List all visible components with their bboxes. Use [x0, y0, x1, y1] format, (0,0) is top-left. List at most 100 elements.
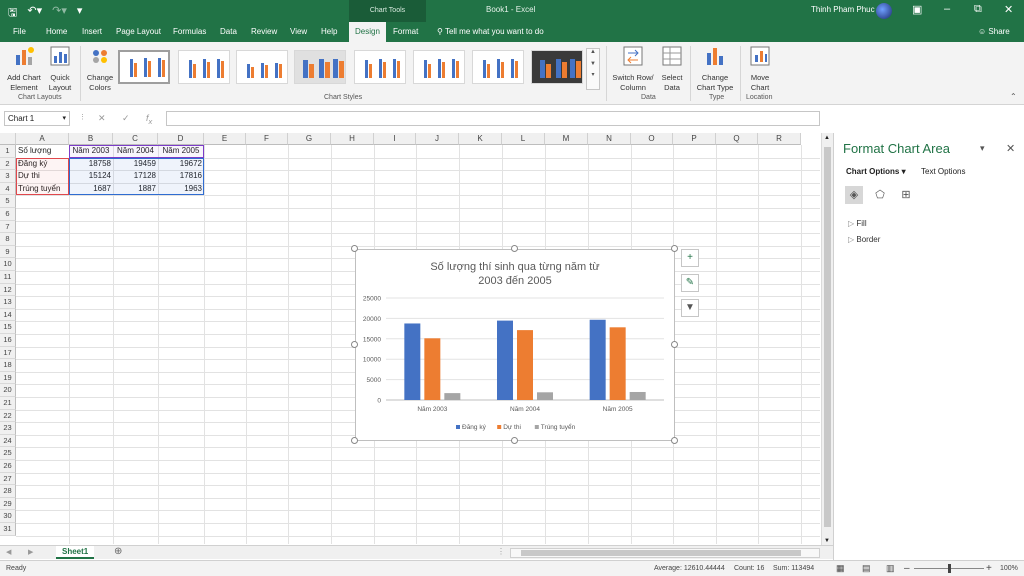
tab-design[interactable]: Design — [349, 22, 386, 42]
row-header-27[interactable]: 27 — [0, 472, 16, 486]
row-header-16[interactable]: 16 — [0, 334, 16, 347]
column-header-D[interactable]: D — [158, 133, 204, 145]
customize-qat-icon[interactable]: ▾ — [77, 4, 83, 23]
switch-row-column-button[interactable]: Switch Row/ Column — [610, 45, 656, 93]
size-properties-icon[interactable]: ⊞ — [897, 186, 915, 204]
cancel-icon[interactable]: ✕ — [98, 113, 106, 124]
more-icon[interactable]: ▾ — [587, 71, 599, 78]
row-header-22[interactable]: 22 — [0, 409, 16, 423]
chart-style-7[interactable] — [472, 50, 524, 84]
worksheet-grid[interactable]: A B C D E F G H I J K L M N O P Q R 1 2 3 4 5 6 7 8 9 10 11 12 13 14 15 1… — [0, 133, 820, 544]
row-header-4[interactable]: 4 — [0, 182, 16, 196]
column-header-O[interactable]: O — [631, 133, 673, 145]
redo-icon[interactable]: ↷▾ — [52, 4, 67, 23]
chart-area[interactable]: Số lượng thí sinh qua từng năm từ 2003 đế… — [355, 249, 675, 441]
next-sheet-icon[interactable]: ▶ — [28, 548, 33, 556]
cell-C3[interactable]: 17128 — [113, 170, 158, 182]
column-header-Q[interactable]: Q — [716, 133, 758, 145]
restore-icon[interactable]: ⧉ — [974, 3, 982, 16]
tab-formulas[interactable]: Formulas — [173, 27, 206, 36]
tab-view[interactable]: View — [290, 27, 307, 36]
row-header-2[interactable]: 2 — [0, 157, 16, 171]
page-break-view-icon[interactable]: ▥ — [886, 563, 895, 574]
tab-review[interactable]: Review — [251, 27, 277, 36]
name-box[interactable]: Chart 1 ▾ — [4, 111, 70, 126]
chevron-down-icon[interactable]: ▾ — [902, 167, 906, 176]
row-header-9[interactable]: 9 — [0, 245, 16, 259]
chart-resize-handle[interactable] — [511, 245, 518, 252]
avatar[interactable] — [876, 3, 892, 19]
row-header-21[interactable]: 21 — [0, 397, 16, 410]
tab-data[interactable]: Data — [220, 27, 237, 36]
cell-A1[interactable]: Số lượng — [16, 145, 69, 157]
cell-D3[interactable]: 17816 — [158, 170, 204, 182]
chart-resize-handle[interactable] — [351, 341, 358, 348]
cell-D2[interactable]: 19672 — [158, 158, 204, 170]
change-colors-button[interactable]: Change Colors — [84, 45, 116, 93]
tab-help[interactable]: Help — [321, 27, 337, 36]
chart-resize-handle[interactable] — [671, 245, 678, 252]
section-border[interactable]: ▷ Border — [848, 235, 880, 244]
formula-input[interactable] — [166, 111, 820, 126]
row-header-14[interactable]: 14 — [0, 308, 16, 322]
column-header-R[interactable]: R — [758, 133, 801, 145]
save-icon[interactable]: 🖫 — [8, 4, 17, 23]
chart-style-8[interactable] — [531, 50, 583, 84]
chevron-down-icon[interactable]: ▼ — [587, 61, 599, 67]
cell-A2[interactable]: Đăng ký — [16, 158, 69, 170]
split-handle-icon[interactable]: ⋮ — [497, 547, 505, 556]
column-header-A[interactable]: A — [16, 133, 69, 145]
row-header-12[interactable]: 12 — [0, 283, 16, 297]
insert-function-icon[interactable]: fx — [146, 113, 152, 126]
chart-style-3[interactable] — [236, 50, 288, 84]
sheet-tab-sheet1[interactable]: Sheet1 — [56, 546, 95, 559]
move-chart-button[interactable]: Move Chart — [744, 45, 776, 93]
column-header-G[interactable]: G — [288, 133, 331, 145]
column-header-P[interactable]: P — [673, 133, 716, 145]
tab-home[interactable]: Home — [46, 27, 67, 36]
prev-sheet-icon[interactable]: ◀ — [6, 548, 11, 556]
tell-me-box[interactable]: ⚲ Tell me what you want to do — [437, 27, 544, 36]
page-layout-view-icon[interactable]: ▤ — [862, 563, 871, 574]
tab-text-options[interactable]: Text Options — [921, 167, 965, 176]
zoom-out-icon[interactable]: – — [904, 563, 910, 574]
cell-B2[interactable]: 18758 — [69, 158, 113, 170]
column-header-B[interactable]: B — [69, 133, 113, 145]
row-header-30[interactable]: 30 — [0, 510, 16, 523]
change-chart-type-button[interactable]: Change Chart Type — [694, 45, 736, 93]
column-header-E[interactable]: E — [204, 133, 246, 145]
row-header-31[interactable]: 31 — [0, 523, 16, 536]
pane-options-icon[interactable]: ▾ — [980, 143, 985, 154]
chart-style-2[interactable] — [178, 50, 230, 84]
row-header-1[interactable]: 1 — [0, 145, 16, 158]
tab-chart-options[interactable]: Chart Options ▾ — [846, 167, 906, 176]
column-header-F[interactable]: F — [246, 133, 288, 145]
share-button[interactable]: ☺ Share — [978, 27, 1010, 36]
status-count[interactable]: Count: 16 — [734, 565, 764, 572]
row-header-23[interactable]: 23 — [0, 422, 16, 435]
chart-resize-handle[interactable] — [351, 437, 358, 444]
row-header-29[interactable]: 29 — [0, 497, 16, 511]
cell-C1[interactable]: Năm 2004 — [113, 145, 158, 157]
zoom-slider-thumb[interactable] — [948, 564, 951, 573]
row-header-18[interactable]: 18 — [0, 359, 16, 372]
row-header-7[interactable]: 7 — [0, 220, 16, 234]
cell-B3[interactable]: 15124 — [69, 170, 113, 182]
cell-D4[interactable]: 1963 — [158, 183, 204, 195]
row-header-17[interactable]: 17 — [0, 346, 16, 360]
row-header-26[interactable]: 26 — [0, 460, 16, 473]
column-header-M[interactable]: M — [545, 133, 588, 145]
close-icon[interactable]: ✕ — [1004, 3, 1013, 16]
fill-line-icon[interactable]: ◈ — [845, 186, 863, 204]
tab-file[interactable]: File — [13, 27, 26, 36]
column-header-H[interactable]: H — [331, 133, 374, 145]
cell-A4[interactable]: Trúng tuyển — [16, 183, 69, 195]
chart-resize-handle[interactable] — [671, 341, 678, 348]
cell-D1[interactable]: Năm 2005 — [158, 145, 204, 157]
row-header-28[interactable]: 28 — [0, 485, 16, 498]
row-header-15[interactable]: 15 — [0, 321, 16, 334]
tab-insert[interactable]: Insert — [82, 27, 102, 36]
chart-styles-gallery-scroller[interactable]: ▲ ▼ ▾ — [586, 48, 600, 90]
column-header-N[interactable]: N — [588, 133, 631, 145]
column-header-J[interactable]: J — [416, 133, 459, 145]
